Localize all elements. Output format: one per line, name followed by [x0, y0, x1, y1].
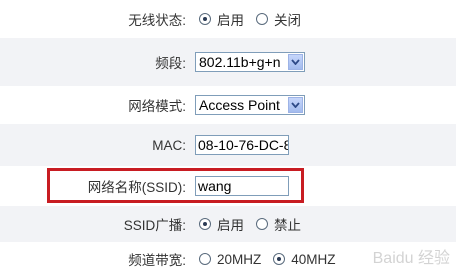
- broadcast-enable-text: 启用: [217, 218, 244, 233]
- wireless-status-row: 无线状态: 启用 关闭: [0, 0, 456, 39]
- network-mode-row: 网络模式: Access Point: [0, 86, 456, 125]
- network-mode-label: 网络模式:: [128, 99, 186, 114]
- mac-field[interactable]: 08-10-76-DC-8: [195, 135, 289, 155]
- wireless-disable-text: 关闭: [274, 13, 301, 28]
- dropdown-arrow-icon[interactable]: [288, 97, 303, 113]
- network-mode-select[interactable]: Access Point: [195, 95, 305, 115]
- ssid-broadcast-label: SSID广播:: [123, 218, 186, 233]
- bandwidth-40-text: 40MHZ: [291, 251, 336, 267]
- bandwidth-40-radio-icon[interactable]: [273, 253, 286, 265]
- broadcast-disable-radio-icon[interactable]: [256, 218, 268, 230]
- wireless-enable-radio-icon[interactable]: [199, 13, 211, 25]
- wireless-status-options: 启用 关闭: [195, 0, 309, 38]
- ssid-broadcast-row: SSID广播: 启用 禁止: [0, 206, 456, 243]
- network-mode-value: Access Point: [199, 97, 280, 113]
- mac-row: MAC: 08-10-76-DC-8: [0, 124, 456, 167]
- bandwidth-20-text: 20MHZ: [217, 251, 262, 267]
- broadcast-disable-text: 禁止: [274, 218, 301, 233]
- ssid-highlight-box: [47, 168, 304, 203]
- band-label: 频段:: [155, 56, 186, 71]
- channel-bandwidth-label: 频道带宽:: [128, 253, 186, 268]
- wireless-enable-text: 启用: [217, 13, 244, 28]
- broadcast-enable-radio-icon[interactable]: [199, 218, 211, 230]
- baidu-watermark: Baidu 经验: [372, 250, 450, 267]
- wireless-disable-radio-icon[interactable]: [256, 13, 268, 25]
- mac-label: MAC:: [152, 137, 186, 153]
- dropdown-arrow-icon[interactable]: [288, 54, 303, 70]
- band-value: 802.11b+g+n: [199, 54, 281, 70]
- band-select[interactable]: 802.11b+g+n: [195, 52, 305, 72]
- bandwidth-20-radio-icon[interactable]: [199, 253, 211, 265]
- band-row: 频段: 802.11b+g+n: [0, 38, 456, 87]
- wireless-status-label: 无线状态:: [128, 13, 186, 28]
